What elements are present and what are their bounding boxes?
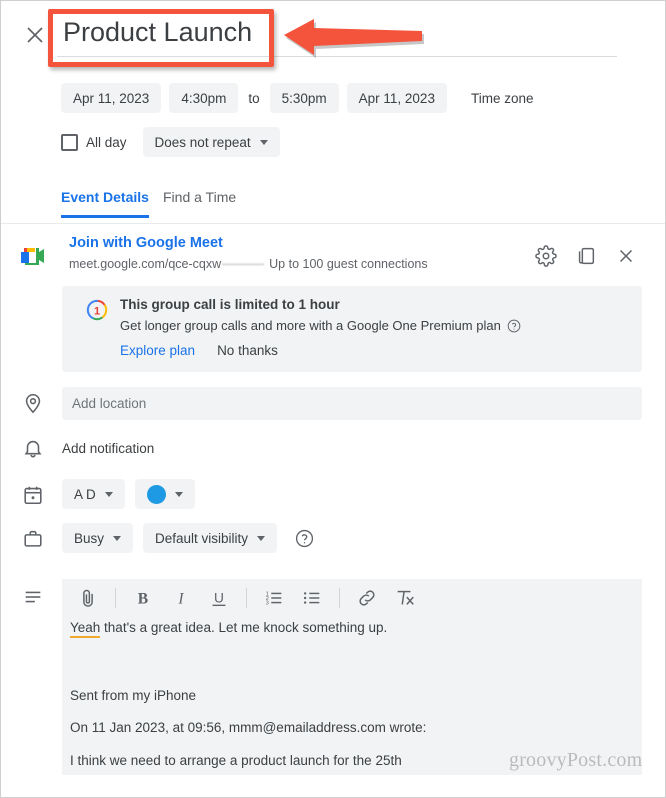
visibility-dropdown[interactable]: Default visibility xyxy=(143,523,278,553)
schedule-row: Apr 11, 2023 4:30pm to 5:30pm Apr 11, 20… xyxy=(61,83,533,113)
remove-formatting-icon[interactable] xyxy=(394,587,416,609)
bulleted-list-icon[interactable] xyxy=(301,587,323,609)
calendar-icon xyxy=(24,486,42,505)
all-day-label: All day xyxy=(86,134,127,150)
tab-bar: Event Details Find a Time xyxy=(1,189,665,224)
description-line-3: On 11 Jan 2023, at 09:56, mmm@emailaddre… xyxy=(70,720,427,736)
gear-icon[interactable] xyxy=(535,245,557,267)
description-lines-icon xyxy=(25,591,41,603)
calendar-owner-dropdown[interactable]: A D xyxy=(62,479,125,509)
add-notification-button[interactable]: Add notification xyxy=(62,441,154,456)
google-calendar-event-editor: Apr 11, 2023 4:30pm to 5:30pm Apr 11, 20… xyxy=(0,0,666,798)
svg-text:1: 1 xyxy=(94,306,100,318)
color-swatch xyxy=(146,484,166,504)
meet-action-buttons xyxy=(535,245,637,267)
description-line-2: Sent from my iPhone xyxy=(70,688,197,704)
all-day-row: All day Does not repeat xyxy=(61,127,280,157)
chevron-down-icon xyxy=(113,535,122,541)
toolbar-divider xyxy=(246,588,247,608)
chevron-down-icon xyxy=(174,491,183,497)
close-icon[interactable] xyxy=(615,245,637,267)
busy-dropdown[interactable]: Busy xyxy=(62,523,134,553)
google-meet-row: Join with Google Meet meet.google.com/qc… xyxy=(1,235,665,281)
location-input[interactable] xyxy=(62,387,642,420)
bold-icon[interactable]: B xyxy=(132,587,154,609)
join-with-google-meet-link[interactable]: Join with Google Meet xyxy=(69,235,223,251)
description-editor: B I U 1 2 3 Yeah that's a great idea. Le… xyxy=(62,579,642,775)
promo-actions: Explore plan No thanks xyxy=(120,343,278,358)
calendar-owner-label: A D xyxy=(74,486,96,502)
time-zone-button[interactable]: Time zone xyxy=(455,91,534,106)
tab-event-details[interactable]: Event Details xyxy=(61,189,149,218)
chevron-down-icon xyxy=(257,535,266,541)
toolbar-divider xyxy=(339,588,340,608)
redacted-url-segment xyxy=(222,259,265,269)
underline-icon[interactable]: U xyxy=(208,587,230,609)
numbered-list-icon[interactable]: 1 2 3 xyxy=(263,587,285,609)
chevron-down-icon xyxy=(259,139,268,145)
description-line-1-rest: that's a great idea. Let me knock someth… xyxy=(100,620,388,635)
bell-icon xyxy=(24,440,42,458)
google-one-icon: 1 xyxy=(86,299,108,321)
misspelled-word: Yeah xyxy=(70,620,101,638)
promo-subtitle-row: Get longer group calls and more with a G… xyxy=(120,318,521,333)
google-meet-icon xyxy=(21,248,44,265)
meet-url-row: meet.google.com/qce-cqxw Up to 100 guest… xyxy=(69,257,428,271)
busy-label: Busy xyxy=(74,530,105,546)
briefcase-icon xyxy=(24,530,42,547)
calendar-row: A D xyxy=(62,479,195,509)
svg-text:B: B xyxy=(138,591,148,608)
link-icon[interactable] xyxy=(356,587,378,609)
close-icon[interactable] xyxy=(23,23,47,47)
copy-icon[interactable] xyxy=(575,245,597,267)
attach-icon[interactable] xyxy=(77,587,99,609)
italic-icon[interactable]: I xyxy=(170,587,192,609)
event-title-input[interactable] xyxy=(57,15,617,57)
availability-row: Busy Default visibility xyxy=(62,523,314,553)
help-circle-icon[interactable] xyxy=(295,529,314,548)
end-time-button[interactable]: 5:30pm xyxy=(269,83,339,113)
tab-find-a-time[interactable]: Find a Time xyxy=(163,189,236,215)
start-time-button[interactable]: 4:30pm xyxy=(169,83,239,113)
location-pin-icon xyxy=(25,393,41,414)
event-color-dropdown[interactable] xyxy=(134,479,195,509)
editor-toolbar: B I U 1 2 3 xyxy=(62,579,642,617)
meet-url-text: meet.google.com/qce-cqxw xyxy=(69,257,222,271)
meet-guest-note: Up to 100 guest connections xyxy=(269,257,428,271)
toolbar-divider xyxy=(115,588,116,608)
no-thanks-button[interactable]: No thanks xyxy=(217,343,278,358)
chevron-down-icon xyxy=(104,491,113,497)
visibility-label: Default visibility xyxy=(155,530,249,546)
description-line-1: Yeah that's a great idea. Let me knock s… xyxy=(70,620,634,638)
svg-text:3: 3 xyxy=(266,600,269,606)
explore-plan-button[interactable]: Explore plan xyxy=(120,343,195,358)
start-date-button[interactable]: Apr 11, 2023 xyxy=(61,83,162,113)
repeat-label: Does not repeat xyxy=(154,134,251,150)
all-day-checkbox[interactable] xyxy=(61,133,78,151)
end-date-button[interactable]: Apr 11, 2023 xyxy=(346,83,447,113)
repeat-dropdown[interactable]: Does not repeat xyxy=(142,127,280,157)
description-text[interactable]: Yeah that's a great idea. Let me knock s… xyxy=(70,620,634,776)
to-label: to xyxy=(248,90,260,106)
svg-text:I: I xyxy=(177,591,184,608)
event-header xyxy=(1,1,665,73)
help-circle-icon[interactable] xyxy=(507,319,521,333)
promo-title: This group call is limited to 1 hour xyxy=(120,297,340,312)
description-line-4: I think we need to arrange a product lau… xyxy=(70,752,402,768)
svg-text:U: U xyxy=(214,591,224,606)
google-one-promo-card: 1 This group call is limited to 1 hour G… xyxy=(62,286,642,372)
promo-subtitle: Get longer group calls and more with a G… xyxy=(120,318,501,333)
